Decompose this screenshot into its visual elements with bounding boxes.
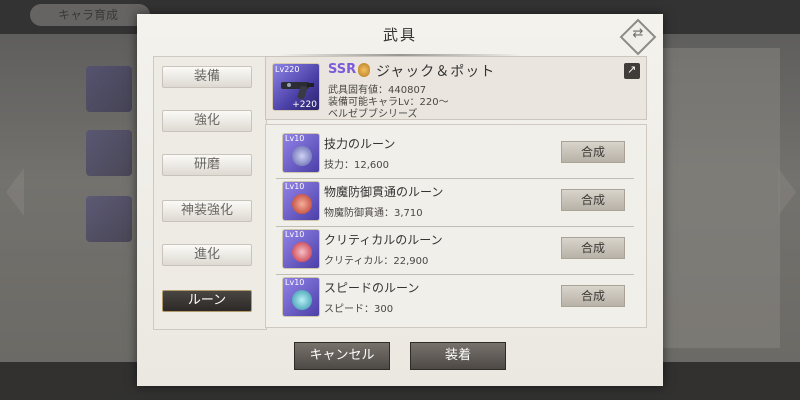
rune-icon[interactable]: Lv10 <box>282 133 320 173</box>
rune-stat: 技力：12,600 <box>324 160 389 171</box>
menu-item-equip[interactable]: 装備 <box>162 66 252 88</box>
list-item: Lv10 クリティカルのルーン クリティカル：22,900 合成 <box>276 227 634 275</box>
synthesize-button[interactable]: 合成 <box>561 189 625 211</box>
rune-icon[interactable]: Lv10 <box>282 181 320 221</box>
menu-item-polish[interactable]: 研磨 <box>162 154 252 176</box>
menu-item-enhance[interactable]: 強化 <box>162 110 252 132</box>
synthesize-button[interactable]: 合成 <box>561 237 625 259</box>
rune-stat: 物魔防御貫通：3,710 <box>324 208 423 219</box>
weapon-dialog: 武具 ⇄ 装備 強化 研磨 神装強化 進化 ルーン Lv220 +220 SSR… <box>137 14 663 386</box>
menu-frame <box>153 56 267 330</box>
synthesize-button[interactable]: 合成 <box>561 285 625 307</box>
rune-icon[interactable]: Lv10 <box>282 277 320 317</box>
weapon-card: Lv220 +220 SSR ジャック＆ポット 武具固有値：440807 装備可… <box>265 56 647 120</box>
rune-level: Lv10 <box>285 134 305 143</box>
gun-type-icon: ↗ <box>624 63 640 79</box>
rune-icon[interactable]: Lv10 <box>282 229 320 269</box>
weapon-rarity: SSR <box>328 62 357 77</box>
weapon-icon[interactable]: Lv220 +220 <box>272 63 320 111</box>
rune-name: 技力のルーン <box>324 137 396 151</box>
rune-level: Lv10 <box>285 230 305 239</box>
list-item: Lv10 物魔防御貫通のルーン 物魔防御貫通：3,710 合成 <box>276 179 634 227</box>
rune-gem-icon <box>292 194 312 214</box>
rune-stat: クリティカル：22,900 <box>324 256 429 267</box>
equip-button[interactable]: 装着 <box>410 342 506 370</box>
gun-icon <box>281 82 314 100</box>
synthesize-button[interactable]: 合成 <box>561 141 625 163</box>
rune-stat: スピード：300 <box>324 304 394 315</box>
rune-gem-icon <box>292 146 312 166</box>
rune-gem-icon <box>292 290 312 310</box>
rune-name: スピードのルーン <box>324 281 420 295</box>
rune-name: 物魔防御貫通のルーン <box>324 185 444 199</box>
menu-item-divine-enhance[interactable]: 神装強化 <box>162 200 252 222</box>
weapon-name: ジャック＆ポット <box>376 64 496 80</box>
rune-list: Lv10 技力のルーン 技力：12,600 合成 Lv10 物魔防御貫通のルーン… <box>265 124 647 328</box>
rune-gem-icon <box>292 242 312 262</box>
menu-item-evolve[interactable]: 進化 <box>162 244 252 266</box>
weapon-plus: +220 <box>292 100 317 110</box>
list-item: Lv10 技力のルーン 技力：12,600 合成 <box>276 131 634 179</box>
weapon-level: Lv220 <box>275 65 300 74</box>
rune-level: Lv10 <box>285 182 305 191</box>
rune-level: Lv10 <box>285 278 305 287</box>
dialog-title: 武具 <box>382 26 417 44</box>
weapon-series: ベルゼブブシリーズ <box>328 109 418 120</box>
cancel-button[interactable]: キャンセル <box>294 342 390 370</box>
rarity-emblem-icon <box>358 63 370 77</box>
rune-name: クリティカルのルーン <box>324 233 443 247</box>
list-item: Lv10 スピードのルーン スピード：300 合成 <box>276 275 634 321</box>
menu-item-rune[interactable]: ルーン <box>162 290 252 312</box>
